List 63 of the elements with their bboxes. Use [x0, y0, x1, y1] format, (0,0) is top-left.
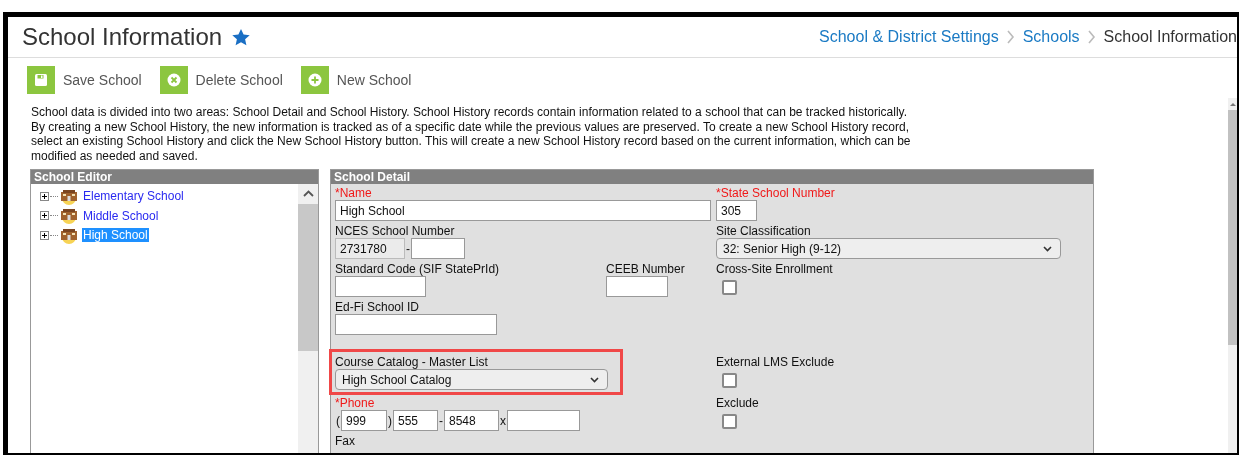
description-text: School data is divided into two areas: School Detail and School History. School History records contain information related to a school that can be tracked historically. By creating a new School History, the new information is tracked as of a specific date while the previous values are preserved. To create a new School History record, select an existing School History and click the New School History button. This will create a new School History record based on the current information, which can be modified as needed and saved.: [31, 105, 912, 164]
text-field[interactable]: [335, 276, 426, 298]
separator-text: x: [499, 413, 507, 428]
field-label: *Phone: [335, 396, 375, 411]
add-icon: [307, 73, 322, 87]
delete-icon: [166, 73, 181, 87]
field-label: Cross-Site Enrollment: [716, 262, 833, 277]
field-label: Standard Code (SIF StatePrId): [335, 262, 500, 277]
expand-icon[interactable]: [40, 191, 49, 201]
toolbar-button[interactable]: New School: [300, 65, 416, 95]
separator-text: (: [335, 413, 341, 428]
chevron-icon: [1006, 30, 1015, 44]
separator-text: ): [387, 413, 393, 428]
scroll-up-icon[interactable]: [302, 190, 314, 199]
text-field[interactable]: 999: [341, 410, 387, 432]
tree-item[interactable]: Elementary School: [82, 189, 185, 204]
breadcrumb-current: School Information: [1103, 28, 1237, 46]
checkbox[interactable]: [722, 414, 737, 430]
field-label: Ed-Fi School ID: [335, 300, 420, 315]
caret-icon: [590, 376, 599, 383]
text-field[interactable]: 8548: [444, 410, 499, 432]
text-field[interactable]: [507, 410, 580, 432]
expand-icon[interactable]: [40, 230, 49, 240]
save-icon: [34, 73, 48, 87]
school-building-icon: [59, 226, 79, 244]
dropdown[interactable]: High School Catalog: [335, 369, 608, 391]
dropdown[interactable]: 32: Senior High (9-12): [716, 238, 1061, 260]
panel-header: School Editor: [31, 170, 318, 185]
page-title: School Information: [22, 23, 223, 51]
school-building-icon: [59, 207, 79, 225]
field-label: CEEB Number: [606, 262, 685, 277]
toolbar-button[interactable]: Delete School: [159, 65, 287, 95]
separator-text: -: [405, 241, 411, 256]
panel-header: School Detail: [331, 170, 1093, 185]
field-label: NCES School Number: [335, 224, 455, 239]
star-icon[interactable]: [231, 27, 252, 47]
field-label: Course Catalog - Master List: [335, 355, 488, 370]
text-field[interactable]: 305: [716, 200, 757, 222]
text-field[interactable]: 555: [393, 410, 438, 432]
expand-icon[interactable]: [40, 211, 49, 221]
field-label: *State School Number: [716, 186, 835, 201]
text-field[interactable]: High School: [335, 200, 711, 222]
scrollbar[interactable]: [298, 184, 318, 453]
text-field[interactable]: [606, 276, 668, 298]
field-label: External LMS Exclude: [716, 355, 835, 370]
breadcrumb-link[interactable]: Schools: [1022, 28, 1080, 46]
school-building-icon: [59, 187, 79, 205]
checkbox[interactable]: [722, 280, 737, 296]
toolbar-button[interactable]: Save School: [27, 65, 146, 95]
checkbox[interactable]: [722, 373, 737, 389]
caret-icon: [1043, 245, 1052, 252]
breadcrumb-link[interactable]: School & District Settings: [819, 28, 999, 46]
scroll-up-icon[interactable]: [1229, 101, 1236, 107]
field-label: Exclude: [716, 396, 759, 411]
text-field[interactable]: 2731780: [335, 238, 405, 260]
separator-text: -: [438, 413, 444, 428]
tree-item[interactable]: Middle School: [82, 208, 160, 223]
field-label: Site Classification: [716, 224, 811, 239]
field-label: Fax: [335, 434, 355, 449]
field-label: *Name: [335, 186, 372, 201]
text-field[interactable]: [335, 314, 497, 336]
text-field[interactable]: [411, 238, 465, 260]
chevron-icon: [1087, 30, 1096, 44]
